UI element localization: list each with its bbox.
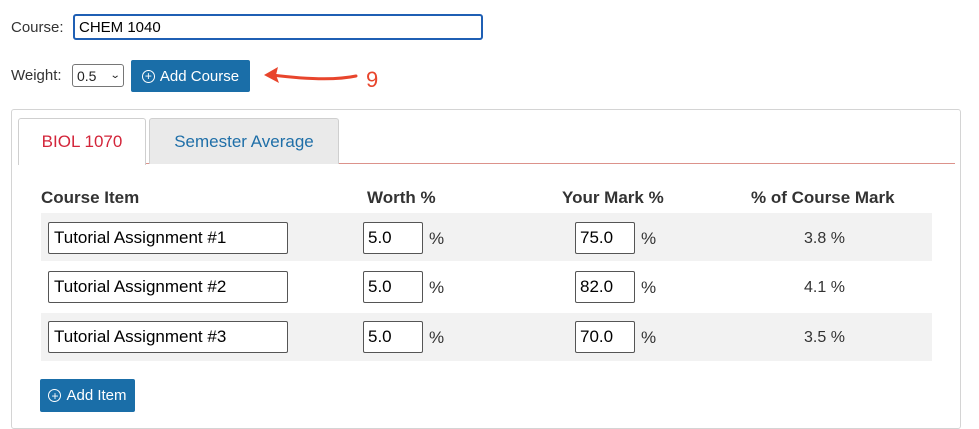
header-course-item: Course Item — [41, 188, 140, 207]
mark-input[interactable]: 82.0 — [575, 271, 635, 303]
add-item-label: Add Item — [66, 387, 127, 404]
course-input[interactable] — [73, 14, 483, 40]
course-mark-value: 3.8 % — [804, 230, 845, 247]
worth-input[interactable]: 5.0 — [363, 222, 423, 254]
plus-circle-icon: + — [141, 69, 155, 83]
course-item-input[interactable]: Tutorial Assignment #3 — [48, 321, 288, 353]
mark-input[interactable]: 75.0 — [575, 222, 635, 254]
course-item-input[interactable]: Tutorial Assignment #1 — [48, 222, 288, 254]
annotation-arrow-icon — [264, 67, 358, 83]
worth-input[interactable]: 5.0 — [363, 321, 423, 353]
mark-unit: % — [641, 229, 657, 248]
mark-input[interactable]: 70.0 — [575, 321, 635, 353]
tab-biol-1070[interactable]: BIOL 1070 — [18, 118, 146, 165]
course-item-input[interactable]: Tutorial Assignment #2 — [48, 271, 288, 303]
header-worth: Worth % — [367, 188, 436, 207]
chevron-down-icon: ⌄ — [109, 70, 121, 81]
course-mark-value: 3.5 % — [804, 329, 845, 346]
worth-unit: % — [429, 229, 445, 248]
annotation-number: 9 — [366, 67, 379, 92]
worth-unit: % — [429, 278, 445, 297]
add-item-button[interactable]: + Add Item — [40, 379, 135, 412]
weight-select[interactable]: 0.5 ⌄ — [72, 64, 124, 87]
course-label: Course: — [11, 19, 64, 36]
weight-selected-value: 0.5 — [77, 67, 97, 84]
mark-unit: % — [641, 278, 657, 297]
header-course-mark: % of Course Mark — [751, 188, 895, 207]
header-your-mark: Your Mark % — [562, 188, 664, 207]
add-course-label: Add Course — [159, 67, 240, 85]
mark-unit: % — [641, 328, 657, 347]
plus-circle-icon: + — [48, 389, 62, 402]
course-mark-value: 4.1 % — [804, 279, 845, 296]
tab-semester-average[interactable]: Semester Average — [149, 118, 339, 164]
weight-label: Weight: — [11, 67, 62, 84]
worth-input[interactable]: 5.0 — [363, 271, 423, 303]
worth-unit: % — [429, 328, 445, 347]
add-course-button[interactable]: + Add Course — [131, 60, 250, 92]
